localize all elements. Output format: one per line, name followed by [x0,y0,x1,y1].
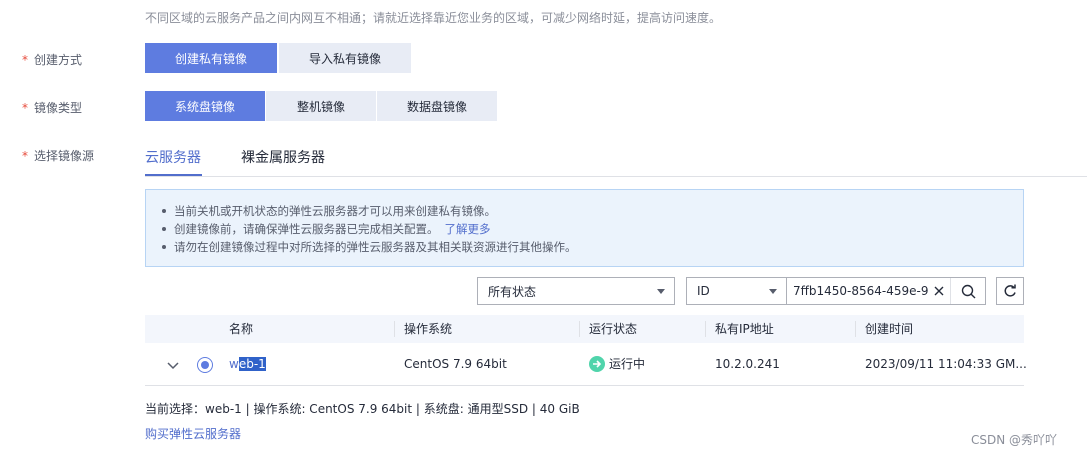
import-private-image-button[interactable]: 导入私有镜像 [279,43,411,73]
buy-ecs-link[interactable]: 购买弹性云服务器 [145,425,241,442]
status-filter-value: 所有状态 [488,284,537,299]
search-icon[interactable] [950,278,985,304]
required-mark: * [22,149,28,163]
notice-item: 当前关机或开机状态的弹性云服务器才可以用来创建私有镜像。 [162,202,1023,220]
notice-box: 当前关机或开机状态的弹性云服务器才可以用来创建私有镜像。 创建镜像前，请确保弹性… [145,189,1024,267]
current-selection: 当前选择：web-1 | 操作系统: CentOS 7.9 64bit | 系统… [145,402,580,416]
chevron-down-icon[interactable] [165,357,181,373]
created-cell: 2023/09/11 11:04:33 GM... [865,357,1027,371]
required-mark: * [22,53,28,67]
column-header-os[interactable]: 操作系统 [404,315,452,343]
tab-bms[interactable]: 裸金属服务器 [241,147,325,167]
server-name-link[interactable]: web-1 [229,343,266,386]
clear-icon[interactable] [928,278,950,304]
column-divider [855,321,856,337]
required-mark: * [22,101,28,115]
chevron-down-icon [657,289,665,294]
status-cell: 运行中 [589,343,645,386]
table-header: 名称 操作系统 运行状态 私有IP地址 创建时间 [145,315,1024,343]
column-divider [394,321,395,337]
chevron-down-icon [769,289,777,294]
search-type-select[interactable]: ID [687,278,787,304]
system-disk-image-button[interactable]: 系统盘镜像 [145,91,265,121]
column-divider [579,321,580,337]
refresh-icon [1004,284,1016,297]
refresh-button[interactable] [996,277,1024,305]
active-tab-indicator [145,174,202,176]
tab-ecs[interactable]: 云服务器 [145,147,201,167]
radio-dot [201,361,209,369]
search-type-value: ID [697,284,710,298]
running-icon [589,355,605,372]
region-hint: 不同区域的云服务产品之间内网互不相通；请就近选择靠近您业务的区域，可减少网络时延… [145,11,722,25]
selected-text: eb-1 [238,357,266,371]
os-cell: CentOS 7.9 64bit [404,357,507,371]
search-input[interactable]: 7ffb1450-8564-459e-948 [787,278,928,304]
table-row[interactable]: web-1 CentOS 7.9 64bit 运行中 10.2.0.241 20… [145,343,1027,386]
row-radio[interactable] [197,357,213,373]
column-header-created[interactable]: 创建时间 [865,315,913,343]
full-machine-image-button[interactable]: 整机镜像 [266,91,376,121]
image-source-label: * 选择镜像源 [22,149,95,163]
tab-divider [145,176,1087,177]
learn-more-link[interactable]: 了解更多 [445,222,491,236]
ip-cell: 10.2.0.241 [715,357,780,371]
column-divider [705,321,706,337]
search-group: ID 7ffb1450-8564-459e-948 [686,277,986,305]
notice-item: 请勿在创建镜像过程中对所选择的弹性云服务器及其相关联资源进行其他操作。 [162,238,1023,256]
watermark: CSDN @秀吖吖 [971,433,1058,447]
status-filter-select[interactable]: 所有状态 [477,277,675,305]
notice-item: 创建镜像前，请确保弹性云服务器已完成相关配置。 了解更多 [162,220,1023,238]
create-private-image-button[interactable]: 创建私有镜像 [145,43,277,73]
create-method-label: * 创建方式 [22,53,83,67]
data-disk-image-button[interactable]: 数据盘镜像 [377,91,497,121]
image-type-label: * 镜像类型 [22,101,83,115]
column-header-name[interactable]: 名称 [229,315,253,343]
column-header-status[interactable]: 运行状态 [589,315,637,343]
column-header-ip[interactable]: 私有IP地址 [715,315,774,343]
